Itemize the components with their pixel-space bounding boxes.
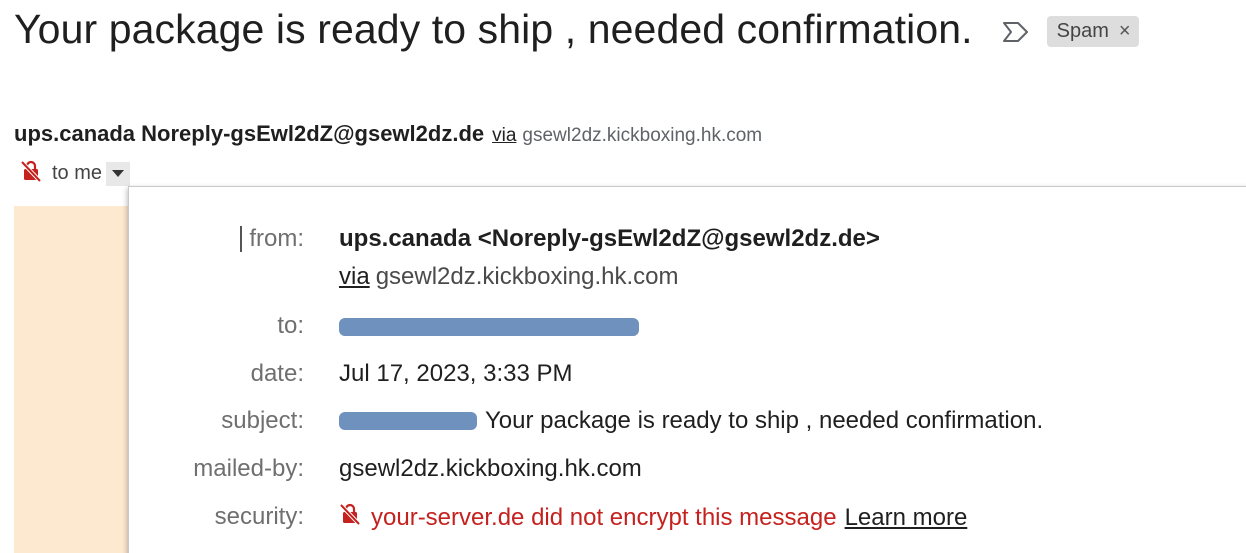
date-label: date: bbox=[250, 360, 304, 387]
date-value: Jul 17, 2023, 3:33 PM bbox=[339, 360, 573, 387]
sender-line: ups.canada Noreply-gsEwl2dZ@gsewl2dz.de … bbox=[14, 121, 762, 147]
from-value[interactable]: ups.canada <Noreply-gsEwl2dZ@gsewl2dz.de… bbox=[339, 225, 880, 253]
unencrypted-lock-icon bbox=[339, 503, 361, 532]
mailed-by-value: gsewl2dz.kickboxing.hk.com bbox=[339, 455, 642, 482]
spam-label-badge: Spam × bbox=[1046, 16, 1139, 47]
detail-from: from: ups.canada <Noreply-gsEwl2dZ@gsewl… bbox=[129, 225, 1239, 265]
unencrypted-lock-icon bbox=[20, 160, 42, 187]
message-body-background bbox=[14, 206, 134, 553]
detail-subject: subject: Your package is ready to ship ,… bbox=[129, 407, 1239, 447]
to-label: to: bbox=[277, 312, 304, 339]
subject-header: Your package is ready to ship , needed c… bbox=[14, 6, 1139, 53]
from-via-link[interactable]: via bbox=[339, 263, 370, 291]
from-via-domain: gsewl2dz.kickboxing.hk.com bbox=[375, 263, 679, 290]
show-details-button[interactable] bbox=[106, 161, 131, 186]
recipient-summary: to me bbox=[52, 162, 103, 184]
remove-label-icon[interactable]: × bbox=[1119, 20, 1131, 43]
detail-security: security: your-server.de did not encrypt… bbox=[129, 503, 1239, 543]
learn-more-link[interactable]: Learn more bbox=[845, 504, 968, 532]
security-value-wrap: your-server.de did not encrypt this mess… bbox=[339, 503, 967, 532]
from-via: via gsewl2dz.kickboxing.hk.com bbox=[339, 263, 679, 291]
via-domain: gsewl2dz.kickboxing.hk.com bbox=[522, 125, 763, 146]
subject-value-wrap: Your package is ready to ship , needed c… bbox=[339, 407, 1043, 435]
detail-mailed-by: mailed-by: gsewl2dz.kickboxing.hk.com bbox=[129, 455, 1239, 495]
spam-label-text: Spam bbox=[1056, 20, 1109, 42]
email-subject-title: Your package is ready to ship , needed c… bbox=[14, 6, 973, 52]
redacted-recipient bbox=[339, 318, 639, 336]
detail-from-via: via gsewl2dz.kickboxing.hk.com bbox=[129, 263, 1239, 303]
security-warning: your-server.de did not encrypt this mess… bbox=[371, 503, 837, 531]
via-link[interactable]: via bbox=[492, 125, 516, 147]
to-value bbox=[339, 312, 639, 336]
detail-date: date: Jul 17, 2023, 3:33 PM bbox=[129, 360, 1239, 400]
redacted-subject-prefix bbox=[339, 412, 477, 430]
recipient-line: to me bbox=[20, 160, 131, 187]
message-details-popup: from: ups.canada <Noreply-gsEwl2dZ@gsewl… bbox=[128, 186, 1246, 553]
important-marker-icon[interactable] bbox=[1001, 20, 1031, 44]
subject-label: subject: bbox=[221, 407, 304, 434]
subject-value: Your package is ready to ship , needed c… bbox=[485, 407, 1044, 434]
from-label: from: bbox=[249, 225, 304, 252]
security-label: security: bbox=[214, 503, 304, 530]
caret-down-icon bbox=[112, 169, 125, 177]
mailed-by-label: mailed-by: bbox=[193, 455, 304, 482]
email-view: Your package is ready to ship , needed c… bbox=[0, 0, 1246, 553]
sender-name[interactable]: ups.canada Noreply-gsEwl2dZ@gsewl2dz.de bbox=[14, 121, 484, 147]
detail-to: to: bbox=[129, 312, 1239, 352]
